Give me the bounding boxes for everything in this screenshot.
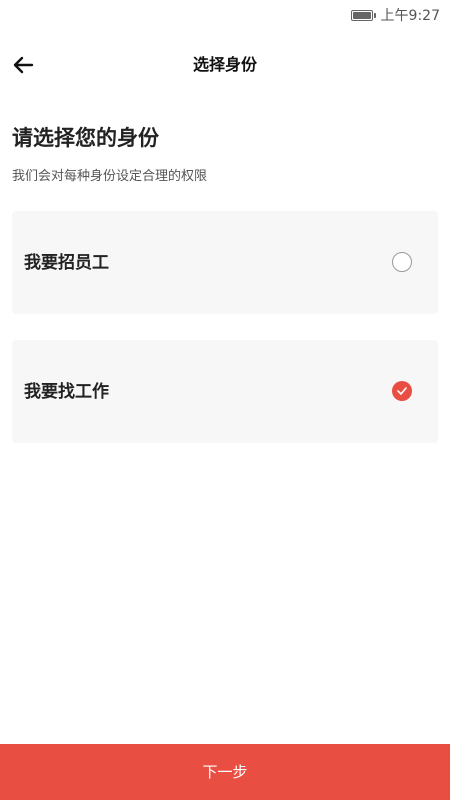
battery-icon — [351, 10, 376, 21]
next-step-button[interactable]: 下一步 — [0, 744, 450, 800]
status-time: 上午9:27 — [380, 8, 440, 24]
option-card-job-seeker[interactable]: 我要找工作 — [12, 340, 438, 443]
page-title: 选择身份 — [192, 55, 257, 74]
radio-unchecked-icon[interactable] — [392, 252, 412, 272]
status-bar: 上午9:27 — [0, 0, 450, 32]
identity-subheading: 我们会对每种身份设定合理的权限 — [12, 169, 208, 184]
identity-heading: 请选择您的身份 — [12, 126, 159, 150]
nav-bar: 选择身份 — [0, 40, 450, 90]
option-card-recruit[interactable]: 我要招员工 — [12, 211, 438, 314]
option-label: 我要招员工 — [24, 253, 109, 273]
option-label: 我要找工作 — [24, 382, 109, 402]
radio-checked-icon[interactable] — [392, 381, 412, 401]
checkmark-icon — [397, 387, 407, 395]
